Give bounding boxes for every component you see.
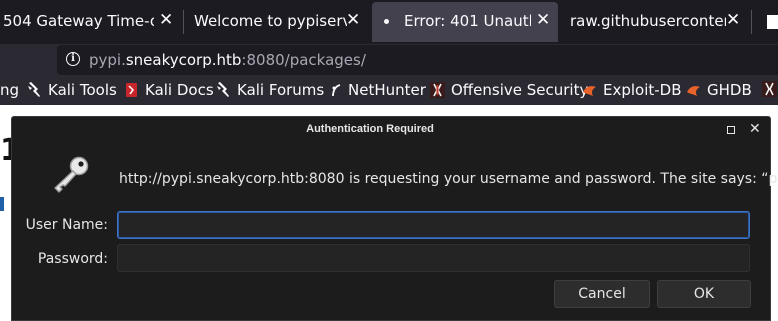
password-field[interactable]: [117, 244, 750, 272]
dialog-title: Authentication Required: [306, 123, 434, 135]
close-tab-icon[interactable]: ✕: [159, 12, 173, 29]
page-heading: 1: [0, 133, 11, 168]
kali-dragon-icon: [216, 82, 231, 98]
tab-error-401[interactable]: Error: 401 Unauthorized ✕: [372, 2, 558, 42]
username-field[interactable]: [117, 211, 750, 239]
navigation-toolbar: i pypi.sneakycorp.htb:8080/packages/: [0, 44, 778, 77]
bookmark-label: Kali Tools: [48, 81, 117, 99]
offsec-icon: [762, 81, 777, 97]
auth-dialog: Authentication Required ✕ http://pypi.sn…: [11, 116, 778, 321]
bookmark-truncated[interactable]: ng: [0, 81, 19, 99]
kali-dragon-icon: [27, 82, 42, 98]
page-link-fragment: [0, 197, 4, 211]
password-label: Password:: [37, 251, 108, 267]
cancel-button[interactable]: Cancel: [554, 280, 650, 308]
url-path: :8080/packages/: [241, 51, 366, 69]
nethunter-icon: [330, 82, 342, 98]
tab-raw-githubusercontent[interactable]: raw.githubusercontent.com ✕: [560, 2, 750, 42]
tab-pypiserver[interactable]: Welcome to pypiserver ✕: [184, 2, 370, 42]
site-info-icon[interactable]: i: [66, 52, 80, 66]
ghdb-icon: [686, 82, 701, 98]
key-icon: [50, 155, 92, 195]
dialog-message: http://pypi.sneakycorp.htb:8080 is reque…: [119, 171, 778, 187]
bookmark-label: Exploit-DB: [603, 81, 682, 99]
bookmark-partial[interactable]: [762, 81, 778, 97]
bookmarks-toolbar: ng Kali Tools Kali Docs Kali Forums NetH…: [0, 77, 778, 105]
url-bar[interactable]: i pypi.sneakycorp.htb:8080/packages/: [57, 45, 778, 75]
maximize-icon[interactable]: [727, 126, 735, 134]
bookmark-label: Kali Docs: [145, 81, 214, 99]
tab-title: 504 Gateway Time-out: [3, 12, 154, 30]
tab-attention-dot: [384, 19, 389, 24]
tab-separator: [751, 10, 752, 34]
tab-partial[interactable]: [753, 2, 778, 42]
url-domain: sneakycorp.htb: [125, 51, 242, 69]
close-tab-icon[interactable]: ✕: [536, 12, 550, 29]
bookmark-label: Offensive Security: [451, 81, 589, 99]
tab-title: Error: 401 Unauthorized: [404, 12, 531, 30]
exploit-db-icon: [582, 82, 597, 98]
close-tab-icon[interactable]: ✕: [726, 12, 740, 29]
bookmark-nethunter[interactable]: NetHunter: [330, 81, 426, 99]
bookmark-exploit-db[interactable]: Exploit-DB: [582, 81, 682, 99]
bookmark-label: GHDB: [707, 81, 752, 99]
close-icon[interactable]: ✕: [749, 121, 761, 137]
bookmark-label: Kali Forums: [237, 81, 325, 99]
username-label: User Name:: [25, 217, 108, 233]
bookmark-label: ng: [0, 81, 20, 99]
bookmark-offensive-security[interactable]: Offensive Security: [430, 81, 588, 99]
bookmark-label: NetHunter: [348, 81, 426, 99]
url-text[interactable]: pypi.sneakycorp.htb:8080/packages/: [89, 51, 366, 69]
offsec-icon: [430, 82, 445, 98]
tab-strip: 504 Gateway Time-out ✕ Welcome to pypise…: [0, 0, 778, 44]
tab-favicon-icon: [767, 15, 778, 29]
ok-button[interactable]: OK: [657, 280, 751, 308]
tab-title: Welcome to pypiserver: [194, 12, 347, 30]
tab-title: raw.githubusercontent.com: [570, 12, 726, 30]
kali-docs-icon: [124, 82, 139, 98]
tab-gateway-timeout[interactable]: 504 Gateway Time-out ✕: [0, 2, 182, 42]
close-tab-icon[interactable]: ✕: [346, 12, 360, 29]
bookmark-kali-tools[interactable]: Kali Tools: [27, 81, 117, 99]
bookmark-ghdb[interactable]: GHDB: [686, 81, 752, 99]
bookmark-kali-docs[interactable]: Kali Docs: [124, 81, 214, 99]
url-prefix: pypi.: [89, 51, 126, 69]
bookmark-kali-forums[interactable]: Kali Forums: [216, 81, 324, 99]
